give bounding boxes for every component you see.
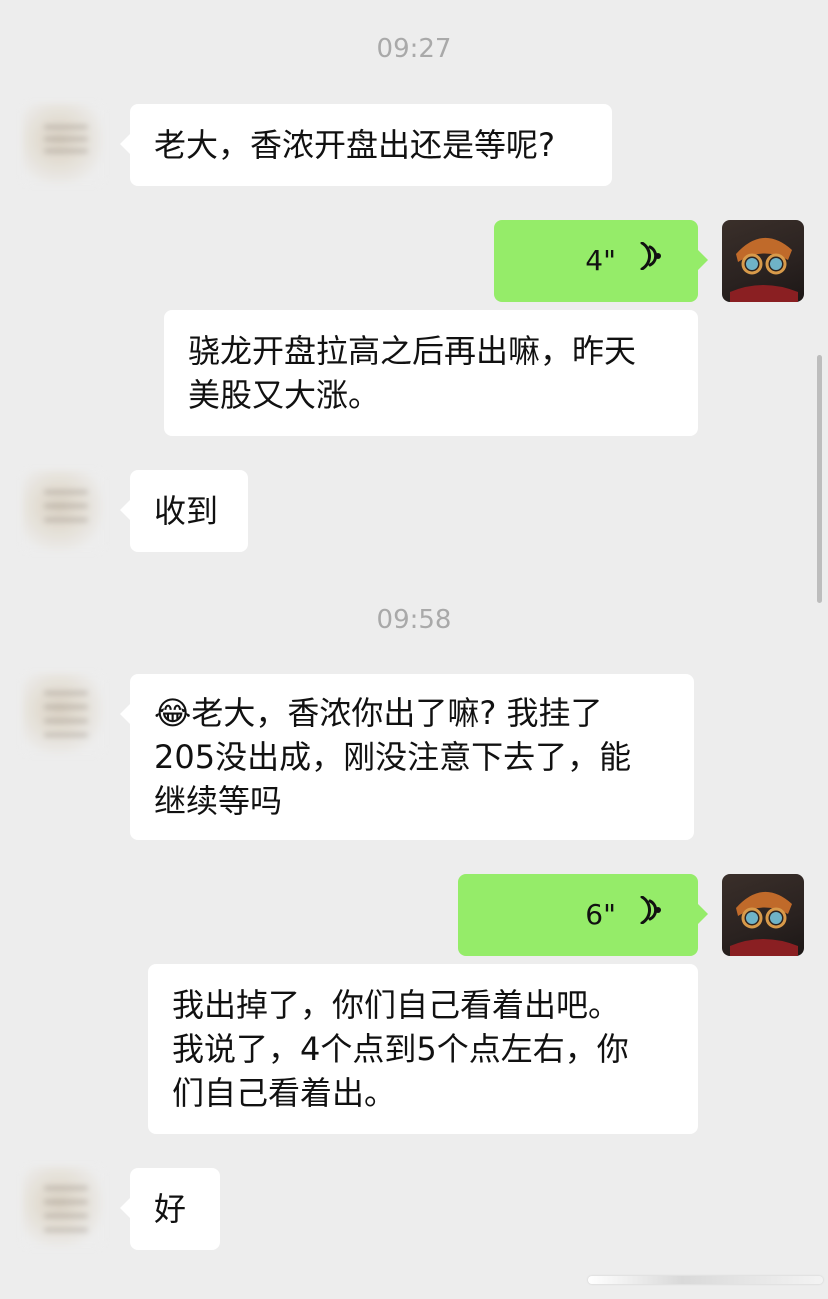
message-text-line: 们自己看着出。 bbox=[172, 1074, 397, 1112]
message-text: 收到 bbox=[154, 492, 219, 530]
contact-avatar[interactable] bbox=[22, 673, 104, 755]
timestamp-0958: 09:58 bbox=[376, 605, 452, 635]
cat-avatar[interactable] bbox=[722, 220, 804, 302]
voice-wave-icon bbox=[636, 893, 664, 937]
message-bubble-incoming[interactable]: 😂老大，香浓你出了嘛? 我挂了 205没出成，刚没注意下去了，能 继续等吗 bbox=[120, 674, 694, 840]
message-bubble-incoming[interactable]: 收到 bbox=[120, 470, 248, 552]
message-text-line: 继续等吗 bbox=[154, 782, 283, 820]
scrollbar[interactable] bbox=[817, 355, 822, 603]
message-bubble-incoming[interactable]: 好 bbox=[120, 1168, 220, 1250]
cat-avatar[interactable] bbox=[722, 874, 804, 956]
voice-duration: 6" bbox=[585, 898, 616, 931]
voice-message-bubble[interactable]: 4" bbox=[494, 220, 708, 302]
contact-avatar[interactable] bbox=[22, 103, 104, 185]
laughing-emoji-icon: 😂 bbox=[154, 694, 192, 732]
message-text-line: 骁龙开盘拉高之后再出嘛，昨天 bbox=[188, 332, 637, 370]
contact-avatar[interactable] bbox=[22, 1166, 104, 1248]
message-text: 好 bbox=[154, 1190, 187, 1228]
home-indicator[interactable] bbox=[588, 1276, 823, 1284]
message-text-line: 美股又大涨。 bbox=[188, 376, 381, 414]
message-text-line: 205没出成，刚没注意下去了，能 bbox=[154, 738, 632, 776]
voice-duration: 4" bbox=[585, 244, 616, 277]
voice-wave-icon bbox=[636, 239, 664, 283]
voice-message-bubble[interactable]: 6" bbox=[458, 874, 708, 956]
message-text-line: 我出掉了，你们自己看着出吧。 bbox=[172, 986, 621, 1024]
contact-avatar[interactable] bbox=[22, 470, 104, 552]
message-text: 老大，香浓开盘出还是等呢? bbox=[154, 126, 555, 164]
message-text-line: 😂老大，香浓你出了嘛? 我挂了 bbox=[154, 691, 670, 735]
message-bubble-outgoing-reply[interactable]: 我出掉了，你们自己看着出吧。 我说了，4个点到5个点左右，你 们自己看着出。 bbox=[148, 964, 698, 1134]
timestamp-0927: 09:27 bbox=[376, 34, 452, 64]
message-bubble-incoming[interactable]: 老大，香浓开盘出还是等呢? bbox=[120, 104, 612, 186]
message-bubble-outgoing-reply[interactable]: 骁龙开盘拉高之后再出嘛，昨天 美股又大涨。 bbox=[164, 310, 698, 436]
message-text-line: 我说了，4个点到5个点左右，你 bbox=[172, 1030, 629, 1068]
message-text: 老大，香浓你出了嘛? 我挂了 bbox=[191, 694, 603, 732]
